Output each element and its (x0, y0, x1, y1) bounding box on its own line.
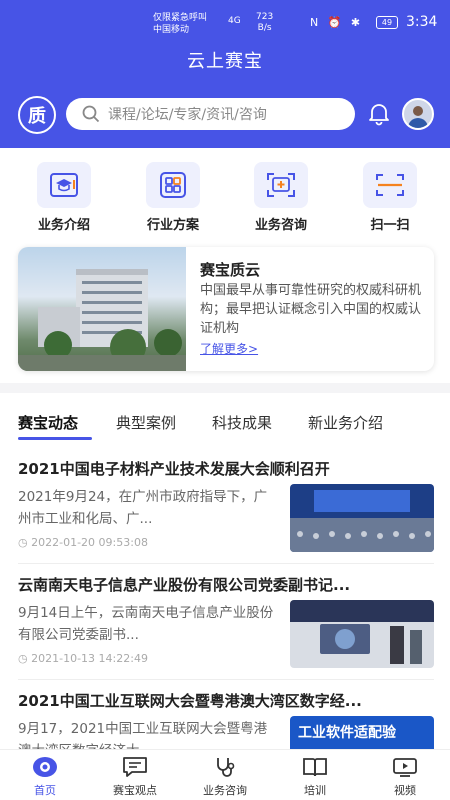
tab-saibao-news[interactable]: 赛宝动态 (18, 412, 78, 433)
news-title: 2021中国电子材料产业技术发展大会顺利召开 (18, 460, 330, 478)
quick-action-label: 行业方案 (146, 218, 199, 233)
graduation-cap-icon (37, 162, 91, 208)
nav-label: 视频 (394, 784, 416, 797)
clock-icon: ◷ (18, 536, 32, 549)
news-title: 云南南天电子信息产业股份有限公司党委副书记... (18, 576, 351, 594)
app-header: 仅限紧急呼叫 中国移动 4G 723 B/s N ⏰ ✱ 49 3:34 云上赛… (0, 0, 450, 148)
search-placeholder: 课程/论坛/专家/资讯/咨询 (108, 107, 267, 123)
bell-icon[interactable] (366, 100, 392, 126)
card-description: 中国最早从事可靠性研究的权威科研机构；最早把认证概念引入中国的权威认证机构 (200, 283, 422, 336)
quick-action-consulting[interactable]: 业务咨询 (245, 162, 317, 233)
card-title: 赛宝质云 (200, 261, 261, 279)
news-separator (18, 679, 434, 680)
nav-viewpoints[interactable]: 赛宝观点 (100, 756, 170, 798)
quick-action-business-intro[interactable]: 业务介绍 (28, 162, 100, 233)
news-item[interactable]: 2021中国电子材料产业技术发展大会顺利召开 2021年9月24，在广州市政府指… (18, 458, 434, 570)
news-item[interactable]: 2021中国工业互联网大会暨粤港澳大湾区数字经... 9月17，2021中国工业… (18, 690, 434, 750)
speed-unit: B/s (257, 23, 272, 33)
brand-logo[interactable]: 质 (18, 96, 56, 134)
news-image: 工业软件适配验 (290, 716, 434, 750)
news-time-text: 2022-01-20 09:53:08 (31, 536, 148, 549)
signal-indicator: 4G (228, 16, 241, 26)
clock: 3:34 (406, 14, 438, 30)
quick-action-industry-solution[interactable]: 行业方案 (137, 162, 209, 233)
conference-photo (290, 484, 434, 552)
carrier-info: 仅限紧急呼叫 中国移动 (153, 12, 207, 36)
news-separator (18, 563, 434, 564)
status-icons: N ⏰ ✱ (310, 16, 364, 29)
news-summary: 9月17，2021中国工业互联网大会暨粤港澳大湾区数字经济大 (18, 721, 268, 750)
nav-label: 赛宝观点 (113, 784, 157, 797)
news-title: 2021中国工业互联网大会暨粤港澳大湾区数字经... (18, 692, 362, 710)
carrier-emergency: 仅限紧急呼叫 (153, 13, 208, 23)
battery-icon: 49 (376, 16, 398, 29)
news-time: ◷ 2021-10-13 14:22:49 (18, 652, 148, 665)
nav-consulting[interactable]: 业务咨询 (190, 756, 260, 798)
nav-label: 培训 (304, 784, 326, 797)
nav-training[interactable]: 培训 (280, 756, 350, 798)
home-eye-icon (32, 756, 58, 778)
grid-icon (146, 162, 200, 208)
video-icon (392, 756, 418, 778)
search-input[interactable]: 课程/论坛/专家/资讯/咨询 (66, 98, 355, 130)
quick-action-label: 业务介绍 (37, 218, 90, 233)
search-icon (82, 105, 100, 123)
tab-typical-cases[interactable]: 典型案例 (116, 412, 176, 433)
quick-action-label: 业务咨询 (254, 218, 307, 233)
news-time: ◷ 2022-01-20 09:53:08 (18, 536, 148, 549)
news-summary: 9月14日上午，云南南天电子信息产业股份有限公司党委副书... (18, 605, 274, 643)
quick-action-label: 扫一扫 (370, 218, 410, 233)
quick-action-scan[interactable]: 扫一扫 (354, 162, 426, 233)
tab-tech-results[interactable]: 科技成果 (212, 412, 272, 433)
carrier-name: 中国移动 (153, 25, 190, 35)
stethoscope-icon (212, 756, 238, 778)
nav-video[interactable]: 视频 (370, 756, 440, 798)
section-divider (0, 383, 450, 393)
news-time-text: 2021-10-13 14:22:49 (31, 652, 148, 665)
nav-home[interactable]: 首页 (10, 756, 80, 798)
news-image-caption: 工业软件适配验 (298, 725, 396, 741)
logo-glyph: 质 (28, 106, 46, 127)
bottom-navigation: 首页 赛宝观点 业务咨询 培训 视频 (0, 749, 450, 800)
scan-icon (363, 162, 417, 208)
consult-icon (254, 162, 308, 208)
quick-actions: 业务介绍 行业方案 业务咨询 扫一扫 (0, 148, 450, 240)
speed-value: 723 (256, 12, 274, 22)
chat-icon (122, 756, 148, 778)
exhibition-photo (290, 600, 434, 668)
building-photo (18, 247, 186, 371)
clock-icon: ◷ (18, 652, 32, 665)
tab-new-business[interactable]: 新业务介绍 (308, 412, 383, 433)
active-tab-indicator (18, 437, 92, 440)
network-speed: 723 B/s (256, 12, 273, 34)
avatar[interactable] (402, 98, 434, 130)
news-tabs: 赛宝动态 典型案例 科技成果 新业务介绍 (0, 412, 450, 442)
user-avatar-icon (408, 106, 428, 128)
learn-more-link[interactable]: 了解更多> (200, 340, 258, 357)
nav-label: 业务咨询 (203, 784, 247, 797)
nav-label: 首页 (34, 784, 56, 797)
book-icon (302, 756, 328, 778)
intro-card[interactable]: 赛宝质云 中国最早从事可靠性研究的权威科研机构；最早把认证概念引入中国的权威认证… (18, 247, 434, 371)
news-summary: 2021年9月24，在广州市政府指导下，广州市工业和化局、广... (18, 489, 268, 527)
news-item[interactable]: 云南南天电子信息产业股份有限公司党委副书记... 9月14日上午，云南南天电子信… (18, 574, 434, 686)
status-bar: 仅限紧急呼叫 中国移动 4G 723 B/s N ⏰ ✱ 49 3:34 (0, 8, 450, 40)
page-title: 云上赛宝 (187, 51, 263, 72)
